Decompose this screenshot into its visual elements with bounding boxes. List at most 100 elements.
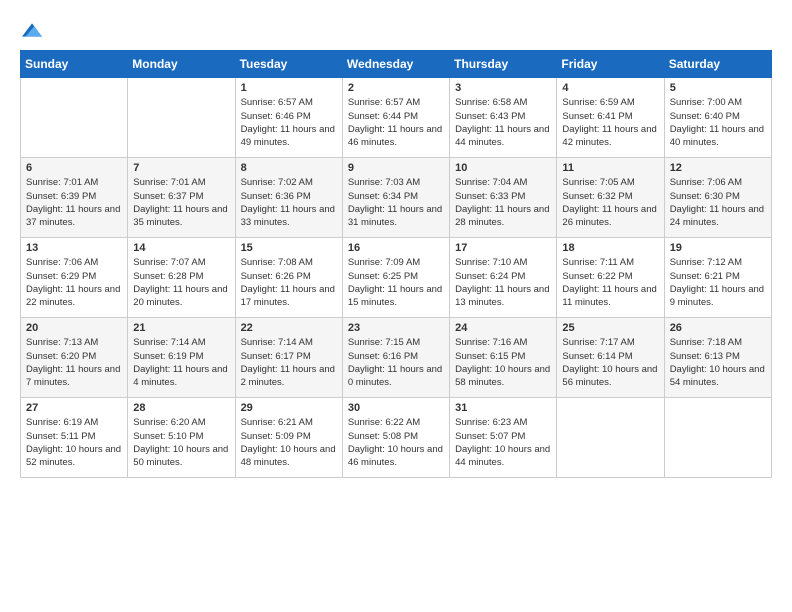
logo-blue — [20, 20, 42, 40]
weekday-header-wednesday: Wednesday — [342, 51, 449, 78]
day-info: Sunrise: 6:57 AM Sunset: 6:46 PM Dayligh… — [241, 96, 337, 149]
calendar-cell: 22 Sunrise: 7:14 AM Sunset: 6:17 PM Dayli… — [235, 318, 342, 398]
day-number: 24 — [455, 322, 551, 334]
week-row-1: 1 Sunrise: 6:57 AM Sunset: 6:46 PM Daylig… — [21, 78, 772, 158]
calendar-cell: 25 Sunrise: 7:17 AM Sunset: 6:14 PM Dayli… — [557, 318, 664, 398]
week-row-5: 27 Sunrise: 6:19 AM Sunset: 5:11 PM Dayli… — [21, 398, 772, 478]
day-number: 10 — [455, 162, 551, 174]
calendar-cell — [128, 78, 235, 158]
day-number: 8 — [241, 162, 337, 174]
calendar-cell: 8 Sunrise: 7:02 AM Sunset: 6:36 PM Daylig… — [235, 158, 342, 238]
day-number: 26 — [670, 322, 766, 334]
calendar-table: SundayMondayTuesdayWednesdayThursdayFrid… — [20, 50, 772, 478]
day-info: Sunrise: 7:00 AM Sunset: 6:40 PM Dayligh… — [670, 96, 766, 149]
day-info: Sunrise: 7:16 AM Sunset: 6:15 PM Dayligh… — [455, 336, 551, 389]
calendar-cell: 24 Sunrise: 7:16 AM Sunset: 6:15 PM Dayli… — [450, 318, 557, 398]
day-number: 29 — [241, 402, 337, 414]
day-number: 2 — [348, 82, 444, 94]
calendar-cell: 4 Sunrise: 6:59 AM Sunset: 6:41 PM Daylig… — [557, 78, 664, 158]
day-number: 7 — [133, 162, 229, 174]
calendar-cell: 29 Sunrise: 6:21 AM Sunset: 5:09 PM Dayli… — [235, 398, 342, 478]
day-number: 22 — [241, 322, 337, 334]
calendar-cell: 31Sunrise: 6:23 AM Sunset: 5:07 PM Dayli… — [450, 398, 557, 478]
day-info: Sunrise: 6:59 AM Sunset: 6:41 PM Dayligh… — [562, 96, 658, 149]
day-info: Sunrise: 6:58 AM Sunset: 6:43 PM Dayligh… — [455, 96, 551, 149]
calendar-cell — [21, 78, 128, 158]
day-info: Sunrise: 7:05 AM Sunset: 6:32 PM Dayligh… — [562, 176, 658, 229]
day-number: 18 — [562, 242, 658, 254]
calendar-cell: 30 Sunrise: 6:22 AM Sunset: 5:08 PM Dayli… — [342, 398, 449, 478]
day-info: Sunrise: 7:14 AM Sunset: 6:17 PM Dayligh… — [241, 336, 337, 389]
calendar-cell: 2 Sunrise: 6:57 AM Sunset: 6:44 PM Daylig… — [342, 78, 449, 158]
day-info: Sunrise: 7:17 AM Sunset: 6:14 PM Dayligh… — [562, 336, 658, 389]
day-number: 27 — [26, 402, 122, 414]
logo — [20, 20, 42, 40]
calendar-cell — [557, 398, 664, 478]
day-info: Sunrise: 7:08 AM Sunset: 6:26 PM Dayligh… — [241, 256, 337, 309]
day-info: Sunrise: 7:10 AM Sunset: 6:24 PM Dayligh… — [455, 256, 551, 309]
day-info: Sunrise: 7:13 AM Sunset: 6:20 PM Dayligh… — [26, 336, 122, 389]
day-info: Sunrise: 7:15 AM Sunset: 6:16 PM Dayligh… — [348, 336, 444, 389]
weekday-header-row: SundayMondayTuesdayWednesdayThursdayFrid… — [21, 51, 772, 78]
day-number: 1 — [241, 82, 337, 94]
day-number: 20 — [26, 322, 122, 334]
calendar-cell: 19 Sunrise: 7:12 AM Sunset: 6:21 PM Dayli… — [664, 238, 771, 318]
page-header — [20, 20, 772, 40]
weekday-header-friday: Friday — [557, 51, 664, 78]
day-number: 30 — [348, 402, 444, 414]
calendar-cell: 13 Sunrise: 7:06 AM Sunset: 6:29 PM Dayli… — [21, 238, 128, 318]
day-number: 12 — [670, 162, 766, 174]
day-number: 14 — [133, 242, 229, 254]
day-info: Sunrise: 7:02 AM Sunset: 6:36 PM Dayligh… — [241, 176, 337, 229]
day-info: Sunrise: 7:01 AM Sunset: 6:39 PM Dayligh… — [26, 176, 122, 229]
day-number: 5 — [670, 82, 766, 94]
day-info: Sunrise: 7:03 AM Sunset: 6:34 PM Dayligh… — [348, 176, 444, 229]
week-row-3: 13 Sunrise: 7:06 AM Sunset: 6:29 PM Dayli… — [21, 238, 772, 318]
day-number: 15 — [241, 242, 337, 254]
day-number: 23 — [348, 322, 444, 334]
day-number: 25 — [562, 322, 658, 334]
day-number: 13 — [26, 242, 122, 254]
calendar-cell: 3 Sunrise: 6:58 AM Sunset: 6:43 PM Daylig… — [450, 78, 557, 158]
day-number: 31 — [455, 402, 551, 414]
day-number: 4 — [562, 82, 658, 94]
day-info: Sunrise: 7:04 AM Sunset: 6:33 PM Dayligh… — [455, 176, 551, 229]
calendar-cell: 21 Sunrise: 7:14 AM Sunset: 6:19 PM Dayli… — [128, 318, 235, 398]
calendar-cell: 26 Sunrise: 7:18 AM Sunset: 6:13 PM Dayli… — [664, 318, 771, 398]
day-number: 28 — [133, 402, 229, 414]
week-row-4: 20 Sunrise: 7:13 AM Sunset: 6:20 PM Dayli… — [21, 318, 772, 398]
day-info: Sunrise: 7:06 AM Sunset: 6:30 PM Dayligh… — [670, 176, 766, 229]
day-info: Sunrise: 6:22 AM Sunset: 5:08 PM Dayligh… — [348, 416, 444, 469]
day-info: Sunrise: 7:07 AM Sunset: 6:28 PM Dayligh… — [133, 256, 229, 309]
day-number: 3 — [455, 82, 551, 94]
calendar-cell: 6 Sunrise: 7:01 AM Sunset: 6:39 PM Daylig… — [21, 158, 128, 238]
day-info: Sunrise: 7:18 AM Sunset: 6:13 PM Dayligh… — [670, 336, 766, 389]
weekday-header-monday: Monday — [128, 51, 235, 78]
calendar-cell: 10 Sunrise: 7:04 AM Sunset: 6:33 PM Dayli… — [450, 158, 557, 238]
calendar-cell: 1 Sunrise: 6:57 AM Sunset: 6:46 PM Daylig… — [235, 78, 342, 158]
weekday-header-sunday: Sunday — [21, 51, 128, 78]
day-number: 9 — [348, 162, 444, 174]
calendar-cell: 14 Sunrise: 7:07 AM Sunset: 6:28 PM Dayli… — [128, 238, 235, 318]
day-number: 21 — [133, 322, 229, 334]
calendar-cell: 17Sunrise: 7:10 AM Sunset: 6:24 PM Dayli… — [450, 238, 557, 318]
week-row-2: 6 Sunrise: 7:01 AM Sunset: 6:39 PM Daylig… — [21, 158, 772, 238]
day-info: Sunrise: 7:09 AM Sunset: 6:25 PM Dayligh… — [348, 256, 444, 309]
weekday-header-tuesday: Tuesday — [235, 51, 342, 78]
day-number: 11 — [562, 162, 658, 174]
day-info: Sunrise: 7:14 AM Sunset: 6:19 PM Dayligh… — [133, 336, 229, 389]
day-info: Sunrise: 6:21 AM Sunset: 5:09 PM Dayligh… — [241, 416, 337, 469]
weekday-header-saturday: Saturday — [664, 51, 771, 78]
day-number: 19 — [670, 242, 766, 254]
calendar-cell: 11 Sunrise: 7:05 AM Sunset: 6:32 PM Dayli… — [557, 158, 664, 238]
calendar-cell: 27 Sunrise: 6:19 AM Sunset: 5:11 PM Dayli… — [21, 398, 128, 478]
day-number: 6 — [26, 162, 122, 174]
day-info: Sunrise: 6:57 AM Sunset: 6:44 PM Dayligh… — [348, 96, 444, 149]
day-info: Sunrise: 7:06 AM Sunset: 6:29 PM Dayligh… — [26, 256, 122, 309]
calendar-cell: 20 Sunrise: 7:13 AM Sunset: 6:20 PM Dayli… — [21, 318, 128, 398]
calendar-cell: 5 Sunrise: 7:00 AM Sunset: 6:40 PM Daylig… — [664, 78, 771, 158]
day-info: Sunrise: 7:12 AM Sunset: 6:21 PM Dayligh… — [670, 256, 766, 309]
calendar-cell: 12 Sunrise: 7:06 AM Sunset: 6:30 PM Dayli… — [664, 158, 771, 238]
day-info: Sunrise: 6:19 AM Sunset: 5:11 PM Dayligh… — [26, 416, 122, 469]
calendar-cell: 23 Sunrise: 7:15 AM Sunset: 6:16 PM Dayli… — [342, 318, 449, 398]
